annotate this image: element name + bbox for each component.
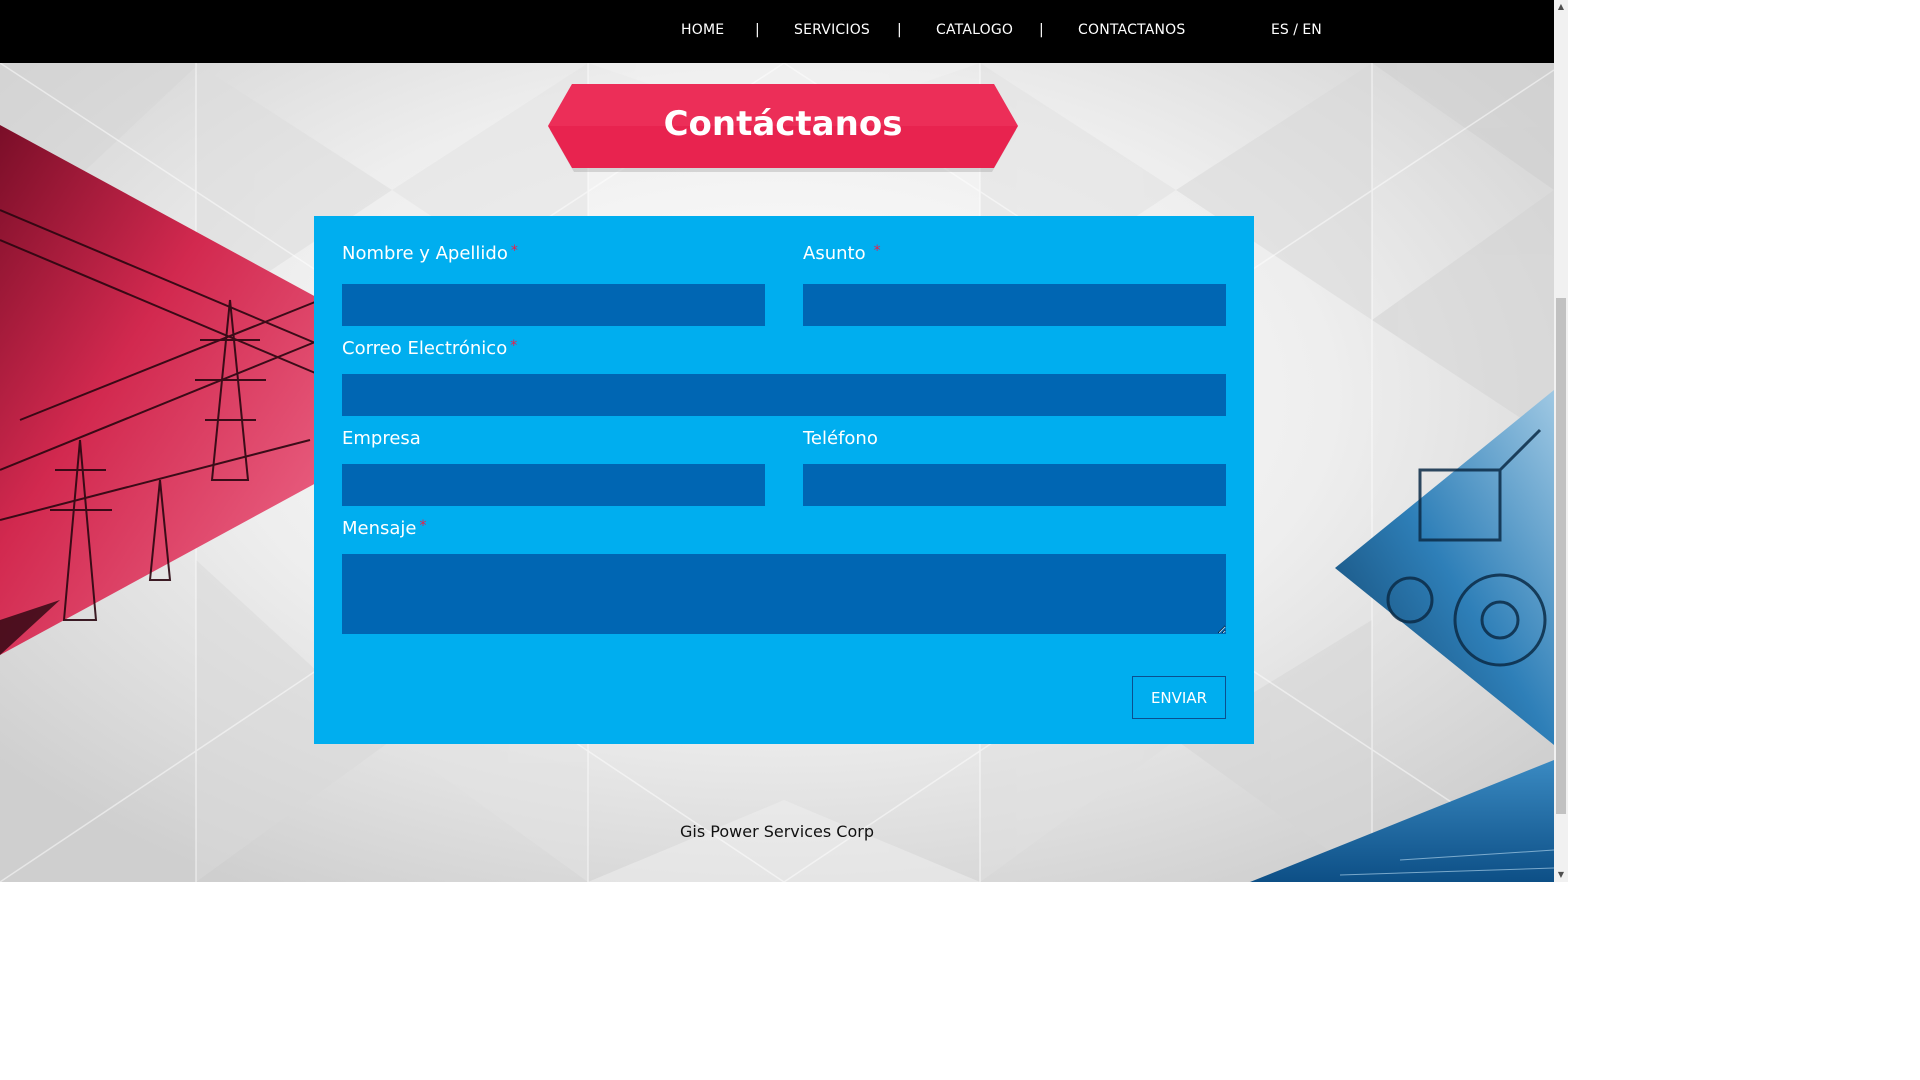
phone-input[interactable] [803,464,1226,506]
contact-page: HOME | SERVICIOS | CATALOGO | CONTACTANO… [0,0,1568,882]
top-navigation-bar: HOME | SERVICIOS | CATALOGO | CONTACTANO… [0,0,1554,63]
nav-separator: | [897,22,902,38]
scrollbar-thumb[interactable] [1556,298,1566,814]
company-label: Empresa [342,428,421,449]
subject-input[interactable] [803,284,1226,326]
email-input[interactable] [342,374,1226,416]
page-title: Contáctanos [663,104,903,144]
language-switcher: ES / EN [1271,22,1322,38]
scroll-down-arrow-icon[interactable]: ▼ [1554,868,1568,882]
scroll-up-arrow-icon[interactable]: ▲ [1554,0,1568,14]
nav-contactanos[interactable]: CONTACTANOS [1078,22,1185,38]
section-title-ribbon: Contáctanos [548,82,1018,172]
name-input[interactable] [342,284,765,326]
contact-form: Nombre y Apellido * Asunto * Correo Electr… [314,216,1254,744]
message-label: Mensaje * [342,518,427,539]
email-label-text: Correo Electrónico [342,338,508,359]
name-label: Nombre y Apellido * [342,243,518,264]
message-textarea[interactable] [342,554,1226,634]
required-marker: * [510,243,518,259]
nav-home[interactable]: HOME [681,22,724,38]
lang-divider: / [1293,22,1298,38]
message-label-text: Mensaje [342,518,417,539]
nav-separator: | [755,22,760,38]
subject-label-text: Asunto [803,243,866,264]
lang-en-link[interactable]: EN [1302,22,1321,38]
footer-company-name: Gis Power Services Corp [680,822,874,841]
required-marker: * [873,243,881,259]
required-marker: * [419,518,427,534]
subject-label: Asunto * [803,243,881,264]
page-scrollbar[interactable]: ▲ ▼ [1554,0,1568,882]
required-marker: * [510,338,518,354]
lang-es-link[interactable]: ES [1271,22,1289,38]
company-input[interactable] [342,464,765,506]
phone-label: Teléfono [803,428,878,449]
nav-separator: | [1039,22,1044,38]
email-label: Correo Electrónico * [342,338,517,359]
nav-catalogo[interactable]: CATALOGO [936,22,1013,38]
name-label-text: Nombre y Apellido [342,243,508,264]
nav-servicios[interactable]: SERVICIOS [794,22,870,38]
submit-button[interactable]: ENVIAR [1132,676,1226,719]
